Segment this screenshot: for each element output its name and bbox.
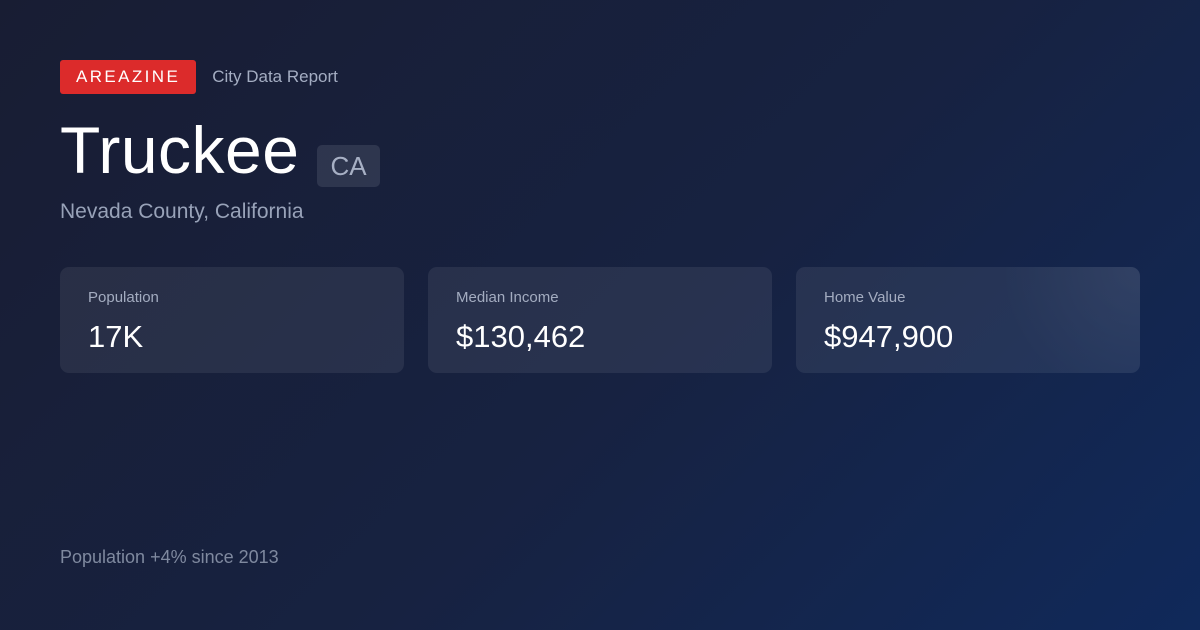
city-report-card: AREAZINE City Data Report Truckee CA Nev… <box>0 0 1200 630</box>
stat-value: 17K <box>88 319 144 354</box>
stat-value: $130,462 <box>456 319 586 354</box>
title-row: Truckee CA <box>60 110 380 190</box>
report-label: City Data Report <box>212 67 338 86</box>
brand-logo: AREAZINE <box>60 60 197 94</box>
stat-card-population: Population 17K <box>60 267 404 373</box>
population-trend-note: Population +4% since 2013 <box>60 547 279 567</box>
city-name: Truckee <box>60 113 300 187</box>
brand-row: AREAZINE City Data Report <box>60 60 338 94</box>
stat-label: Home Value <box>824 289 906 306</box>
county-subtitle: Nevada County, California <box>60 200 304 223</box>
stat-card-median-income: Median Income $130,462 <box>428 267 772 373</box>
state-badge: CA <box>317 145 380 187</box>
stat-value: $947,900 <box>824 319 954 354</box>
stats-row: Population 17K Median Income $130,462 Ho… <box>60 267 1140 373</box>
stat-label: Median Income <box>456 289 559 306</box>
stat-card-home-value: Home Value $947,900 <box>796 267 1140 373</box>
stat-label: Population <box>88 289 159 306</box>
